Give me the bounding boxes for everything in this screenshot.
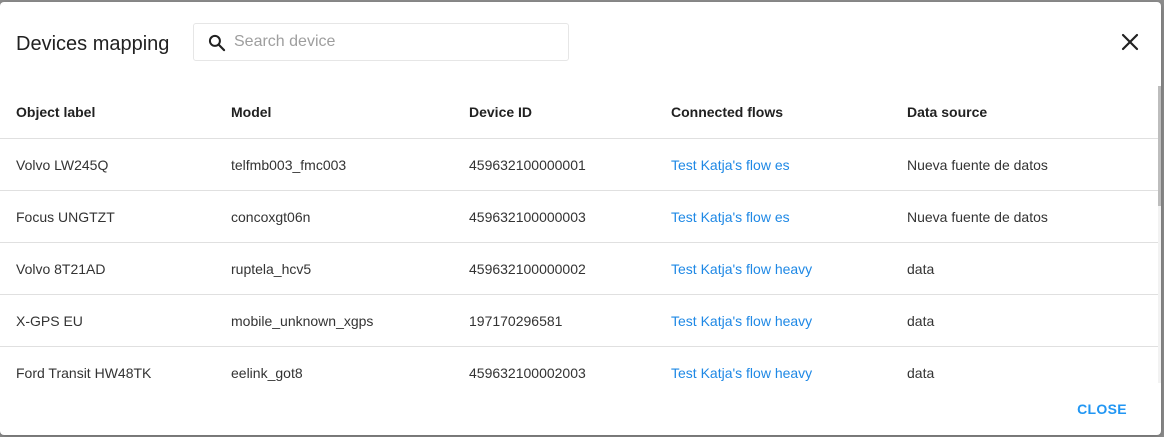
connected-flow-link[interactable]: Test Katja's flow es bbox=[671, 157, 790, 173]
header-connected-flows[interactable]: Connected flows bbox=[671, 86, 907, 139]
cell-device-id: 459632100000001 bbox=[469, 138, 671, 191]
cell-data-source: data bbox=[907, 364, 935, 381]
close-icon[interactable] bbox=[1118, 30, 1142, 54]
header-model[interactable]: Model bbox=[231, 86, 469, 139]
header-data-source[interactable]: Data source bbox=[907, 86, 1158, 139]
header-device-id[interactable]: Device ID bbox=[469, 86, 671, 139]
table-row: X-GPS EU mobile_unknown_xgps 19717029658… bbox=[0, 294, 1158, 347]
search-icon bbox=[208, 34, 226, 52]
cell-model: concoxgt06n bbox=[231, 190, 469, 243]
cell-device-id: 459632100002003 bbox=[469, 364, 586, 381]
cell-device-id: 459632100000003 bbox=[469, 190, 671, 243]
cell-data-source: Nueva fuente de datos bbox=[907, 190, 1158, 243]
table-scrollbar[interactable] bbox=[1158, 86, 1161, 383]
connected-flow-link[interactable]: Test Katja's flow heavy bbox=[671, 261, 812, 277]
cell-device-id: 459632100000002 bbox=[469, 242, 671, 295]
table-header-row: Object label Model Device ID Connected f… bbox=[0, 86, 1158, 139]
table-row: Volvo LW245Q telfmb003_fmc003 4596321000… bbox=[0, 138, 1158, 191]
table-row: Ford Transit HW48TK eelink_got8 45963210… bbox=[0, 347, 1158, 399]
cell-model: mobile_unknown_xgps bbox=[231, 294, 469, 347]
connected-flow-link[interactable]: Test Katja's flow heavy bbox=[671, 365, 812, 381]
table-row: Focus UNGTZT concoxgt06n 459632100000003… bbox=[0, 190, 1158, 243]
close-button[interactable]: CLOSE bbox=[1066, 396, 1138, 422]
cell-object-label: Focus UNGTZT bbox=[0, 190, 231, 243]
dialog-title: Devices mapping bbox=[16, 33, 170, 55]
cell-object-label: Ford Transit HW48TK bbox=[16, 364, 152, 381]
connected-flow-link[interactable]: Test Katja's flow heavy bbox=[671, 313, 812, 329]
table-row: Volvo 8T21AD ruptela_hcv5 45963210000000… bbox=[0, 242, 1158, 295]
cell-object-label: X-GPS EU bbox=[0, 294, 231, 347]
search-input[interactable] bbox=[234, 30, 554, 54]
devices-mapping-dialog: Devices mapping Object label Model Devic… bbox=[0, 2, 1161, 435]
header-object-label[interactable]: Object label bbox=[0, 86, 231, 139]
cell-object-label: Volvo LW245Q bbox=[0, 138, 231, 191]
devices-table: Object label Model Device ID Connected f… bbox=[0, 86, 1158, 398]
cell-device-id: 197170296581 bbox=[469, 294, 671, 347]
cell-data-source: data bbox=[907, 242, 1158, 295]
cell-object-label: Volvo 8T21AD bbox=[0, 242, 231, 295]
cell-data-source: data bbox=[907, 294, 1158, 347]
connected-flow-link[interactable]: Test Katja's flow es bbox=[671, 209, 790, 225]
cell-model: telfmb003_fmc003 bbox=[231, 138, 469, 191]
cell-model: eelink_got8 bbox=[231, 364, 303, 381]
scrollbar-thumb[interactable] bbox=[1158, 86, 1161, 206]
search-box[interactable] bbox=[193, 23, 569, 61]
cell-model: ruptela_hcv5 bbox=[231, 242, 469, 295]
cell-data-source: Nueva fuente de datos bbox=[907, 138, 1158, 191]
